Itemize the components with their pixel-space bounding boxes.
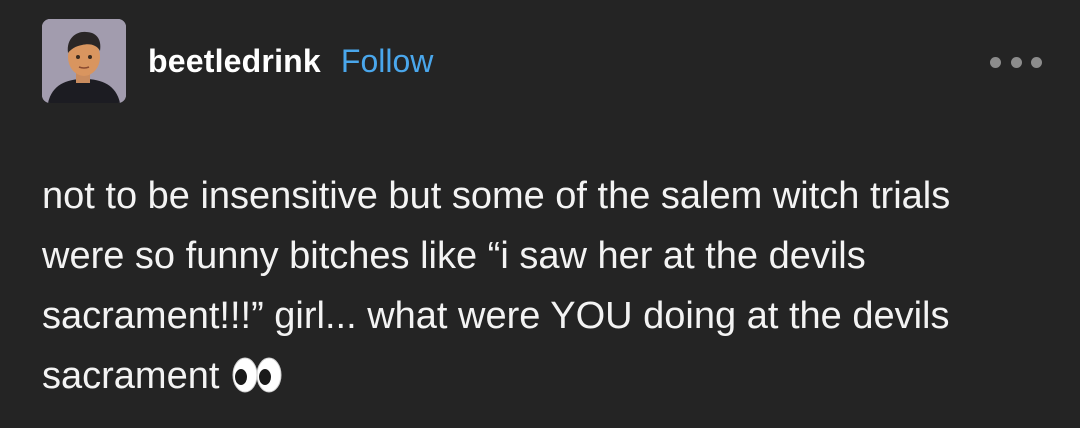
follow-button[interactable]: Follow xyxy=(341,43,433,80)
post-header: beetledrink Follow xyxy=(42,18,433,104)
avatar[interactable] xyxy=(42,19,126,103)
more-horizontal-icon[interactable] xyxy=(990,52,1042,72)
eyes-emoji-icon xyxy=(231,356,283,394)
more-dot xyxy=(1010,56,1022,68)
post-card: beetledrink Follow not to be insensitive… xyxy=(0,0,1080,428)
more-dot xyxy=(1031,56,1042,68)
more-dot xyxy=(990,56,1001,68)
post-body: not to be insensitive but some of the sa… xyxy=(42,166,1032,406)
username[interactable]: beetledrink xyxy=(148,43,321,80)
post-text: not to be insensitive but some of the sa… xyxy=(42,175,951,397)
user-avatar-image xyxy=(42,19,126,103)
